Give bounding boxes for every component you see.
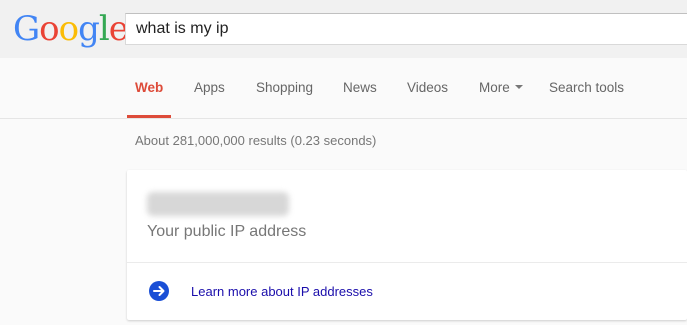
search-tabs-bar: Web Apps Shopping News Videos More Searc… xyxy=(0,58,687,119)
tab-search-tools[interactable]: Search tools xyxy=(549,80,624,95)
learn-more-link[interactable]: Learn more about IP addresses xyxy=(127,263,687,320)
google-logo[interactable]: Google xyxy=(13,7,129,51)
logo-letter: o xyxy=(58,9,80,49)
arrow-right-icon xyxy=(149,281,169,301)
tab-more[interactable]: More xyxy=(479,80,523,95)
search-box[interactable] xyxy=(125,13,687,45)
tab-apps[interactable]: Apps xyxy=(194,80,225,95)
tab-shopping[interactable]: Shopping xyxy=(256,80,313,95)
chevron-down-icon xyxy=(514,85,523,90)
results-stats: About 281,000,000 results (0.23 seconds) xyxy=(135,133,377,148)
logo-letter: o xyxy=(39,9,60,49)
ip-address-value-blurred xyxy=(147,192,289,216)
search-input[interactable] xyxy=(136,19,676,39)
logo-letter: l xyxy=(98,9,110,49)
tab-more-label: More xyxy=(479,80,510,95)
ip-address-label: Your public IP address xyxy=(147,223,307,240)
active-tab-indicator xyxy=(127,115,171,118)
ip-address-card: Your public IP address Learn more about … xyxy=(127,170,687,320)
tab-web[interactable]: Web xyxy=(135,80,163,95)
logo-letter: g xyxy=(78,9,100,49)
logo-letter: G xyxy=(13,9,40,49)
learn-more-text: Learn more about IP addresses xyxy=(191,284,373,299)
tab-videos[interactable]: Videos xyxy=(407,80,448,95)
header-bar: Google xyxy=(0,0,687,58)
tab-news[interactable]: News xyxy=(343,80,377,95)
